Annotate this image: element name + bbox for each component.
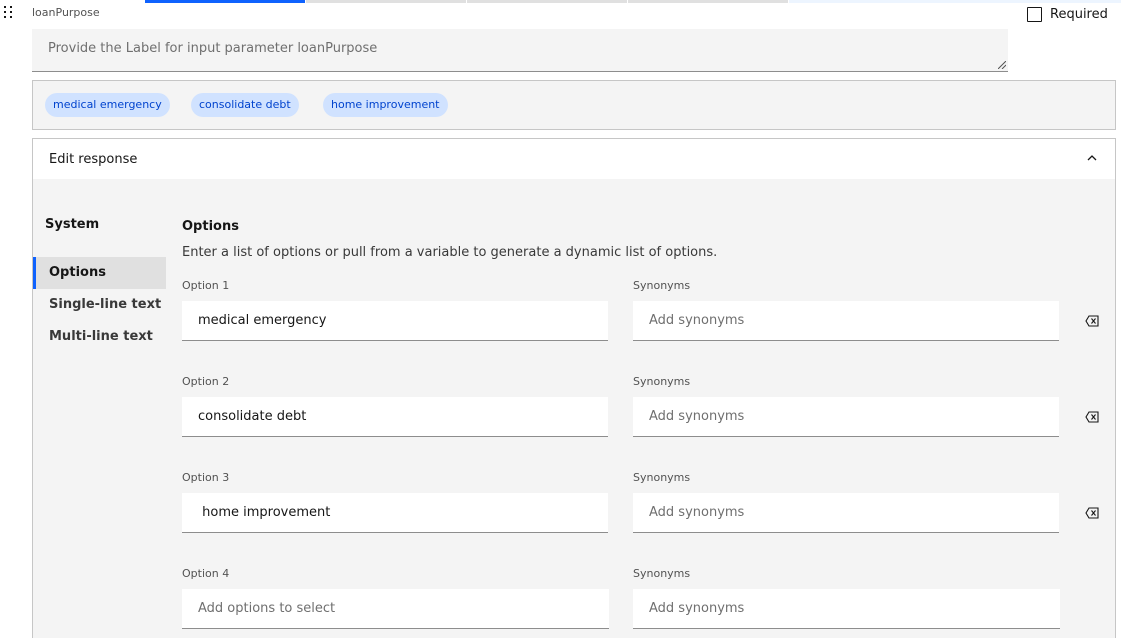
required-checkbox-group[interactable]: Required <box>1027 7 1108 22</box>
option-input[interactable]: Add options to select <box>182 589 609 629</box>
drag-handle-icon[interactable] <box>4 6 13 19</box>
delete-option-icon[interactable] <box>1085 507 1099 519</box>
synonyms-input[interactable]: Add synonyms <box>633 493 1059 533</box>
synonyms-label: Synonyms <box>633 279 691 292</box>
sidebar-item-options[interactable]: Options <box>33 257 166 289</box>
option-label: Option 1 <box>182 279 230 292</box>
edit-response-title: Edit response <box>49 152 138 167</box>
delete-option-icon[interactable] <box>1085 411 1099 423</box>
edit-response-panel: Edit response System Options Single-line… <box>32 138 1116 638</box>
option-tags-container: medical emergency consolidate debt home … <box>32 80 1116 130</box>
synonyms-label: Synonyms <box>633 567 691 580</box>
tab-segment[interactable] <box>467 0 627 3</box>
options-heading: Options <box>182 219 239 234</box>
tag-option[interactable]: consolidate debt <box>191 93 299 117</box>
delete-option-icon[interactable] <box>1085 315 1099 327</box>
synonyms-input[interactable]: Add synonyms <box>633 589 1060 629</box>
chevron-up-icon[interactable] <box>1087 154 1097 162</box>
label-textarea[interactable]: Provide the Label for input parameter lo… <box>32 29 1008 72</box>
tag-option[interactable]: home improvement <box>323 93 448 117</box>
synonyms-label: Synonyms <box>633 471 691 484</box>
top-tab-strip <box>0 0 1121 4</box>
tab-segment-active[interactable] <box>145 0 305 3</box>
required-checkbox[interactable] <box>1027 7 1042 22</box>
synonyms-input[interactable]: Add synonyms <box>633 397 1059 437</box>
resize-grip-icon[interactable] <box>998 61 1006 69</box>
sidebar-item-single-line-text[interactable]: Single-line text <box>33 289 166 321</box>
option-input[interactable]: medical emergency <box>182 301 608 341</box>
tag-option[interactable]: medical emergency <box>45 93 170 117</box>
sidebar-item-multi-line-text[interactable]: Multi-line text <box>33 321 166 353</box>
option-input[interactable]: home improvement <box>182 493 608 533</box>
option-input[interactable]: consolidate debt <box>182 397 608 437</box>
options-description: Enter a list of options or pull from a v… <box>182 245 718 260</box>
tab-segment[interactable] <box>306 0 466 3</box>
synonyms-input[interactable]: Add synonyms <box>633 301 1059 341</box>
edit-response-header[interactable]: Edit response <box>33 139 1115 179</box>
tab-segment[interactable] <box>628 0 788 3</box>
tab-segment[interactable] <box>789 0 1121 3</box>
option-label: Option 2 <box>182 375 230 388</box>
synonyms-label: Synonyms <box>633 375 691 388</box>
required-label: Required <box>1050 7 1108 22</box>
label-textarea-placeholder: Provide the Label for input parameter lo… <box>48 41 378 56</box>
option-label: Option 4 <box>182 567 230 580</box>
parameter-name: loanPurpose <box>32 6 100 19</box>
sidebar-section-title: System <box>45 217 100 232</box>
option-label: Option 3 <box>182 471 230 484</box>
